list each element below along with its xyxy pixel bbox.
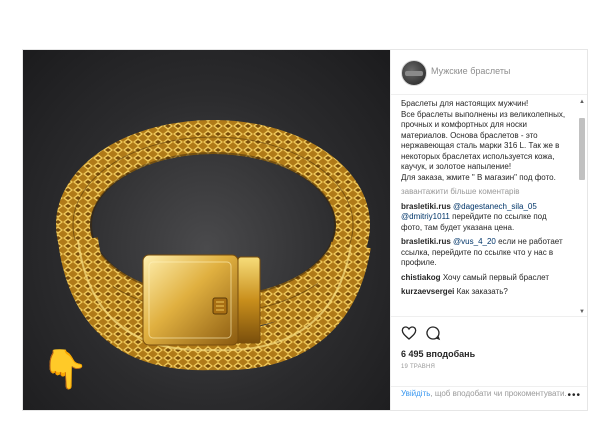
login-prompt-text: , щоб вподобати чи прокоментувати. [430,389,567,398]
comment-user[interactable]: brasletiki.rus [401,237,451,246]
load-more-comments-link[interactable]: завантажити більше коментарів [401,187,568,198]
list-item: chistiakog Хочу самый первый браслет [401,273,568,284]
post-caption: Браслеты для настоящих мужчин! Все брасл… [401,99,566,182]
post-actions: 6 495 вподобань 19 ТРАВНЯ [391,316,587,386]
post-sidebar: Мужские браслеты Браслеты для настоящих … [390,50,587,410]
login-link[interactable]: Увійдіть [401,389,430,398]
list-item: kurzaevsergei Как заказать? [401,287,568,298]
comment-icon[interactable] [425,325,441,341]
list-item: brasletiki.rus @dagestanech_sila_05 @dmi… [401,202,568,234]
comments-list: Браслеты для настоящих мужчин! Все брасл… [391,95,576,316]
post-date: 19 ТРАВНЯ [401,364,436,370]
list-item: brasletiki.rus @vus_4_20 если не работае… [401,237,568,269]
scroll-up-arrow-icon[interactable]: ▲ [578,98,586,106]
comment-mention[interactable]: @vus_4_20 [453,237,496,246]
comment-user[interactable]: chistiakog [401,273,441,282]
comment-user[interactable]: brasletiki.rus [401,202,451,211]
post-header: Мужские браслеты [391,50,587,95]
scroll-down-arrow-icon[interactable]: ▼ [578,308,586,316]
comments-scrollbar[interactable]: ▲ ▼ [578,98,586,316]
post-photo[interactable]: 👇 [23,50,390,410]
likes-count[interactable]: 6 495 вподобань [401,349,475,359]
instagram-post: 👇 Мужские браслеты Браслеты для настоящи… [22,49,588,411]
post-username[interactable]: Мужские браслеты [431,66,510,76]
login-prompt: Увійдіть, щоб вподобати чи прокоментуват… [391,386,587,410]
comment-text: Как заказать? [456,287,508,296]
more-options-icon[interactable]: ••• [567,391,581,401]
comment-text: Хочу самый первый браслет [442,272,550,282]
scroll-thumb[interactable] [579,118,585,180]
pointing-down-hand-icon: 👇 [41,347,89,391]
avatar[interactable] [401,60,427,86]
heart-icon[interactable] [401,325,417,341]
comment-user[interactable]: kurzaevsergei [401,287,454,296]
